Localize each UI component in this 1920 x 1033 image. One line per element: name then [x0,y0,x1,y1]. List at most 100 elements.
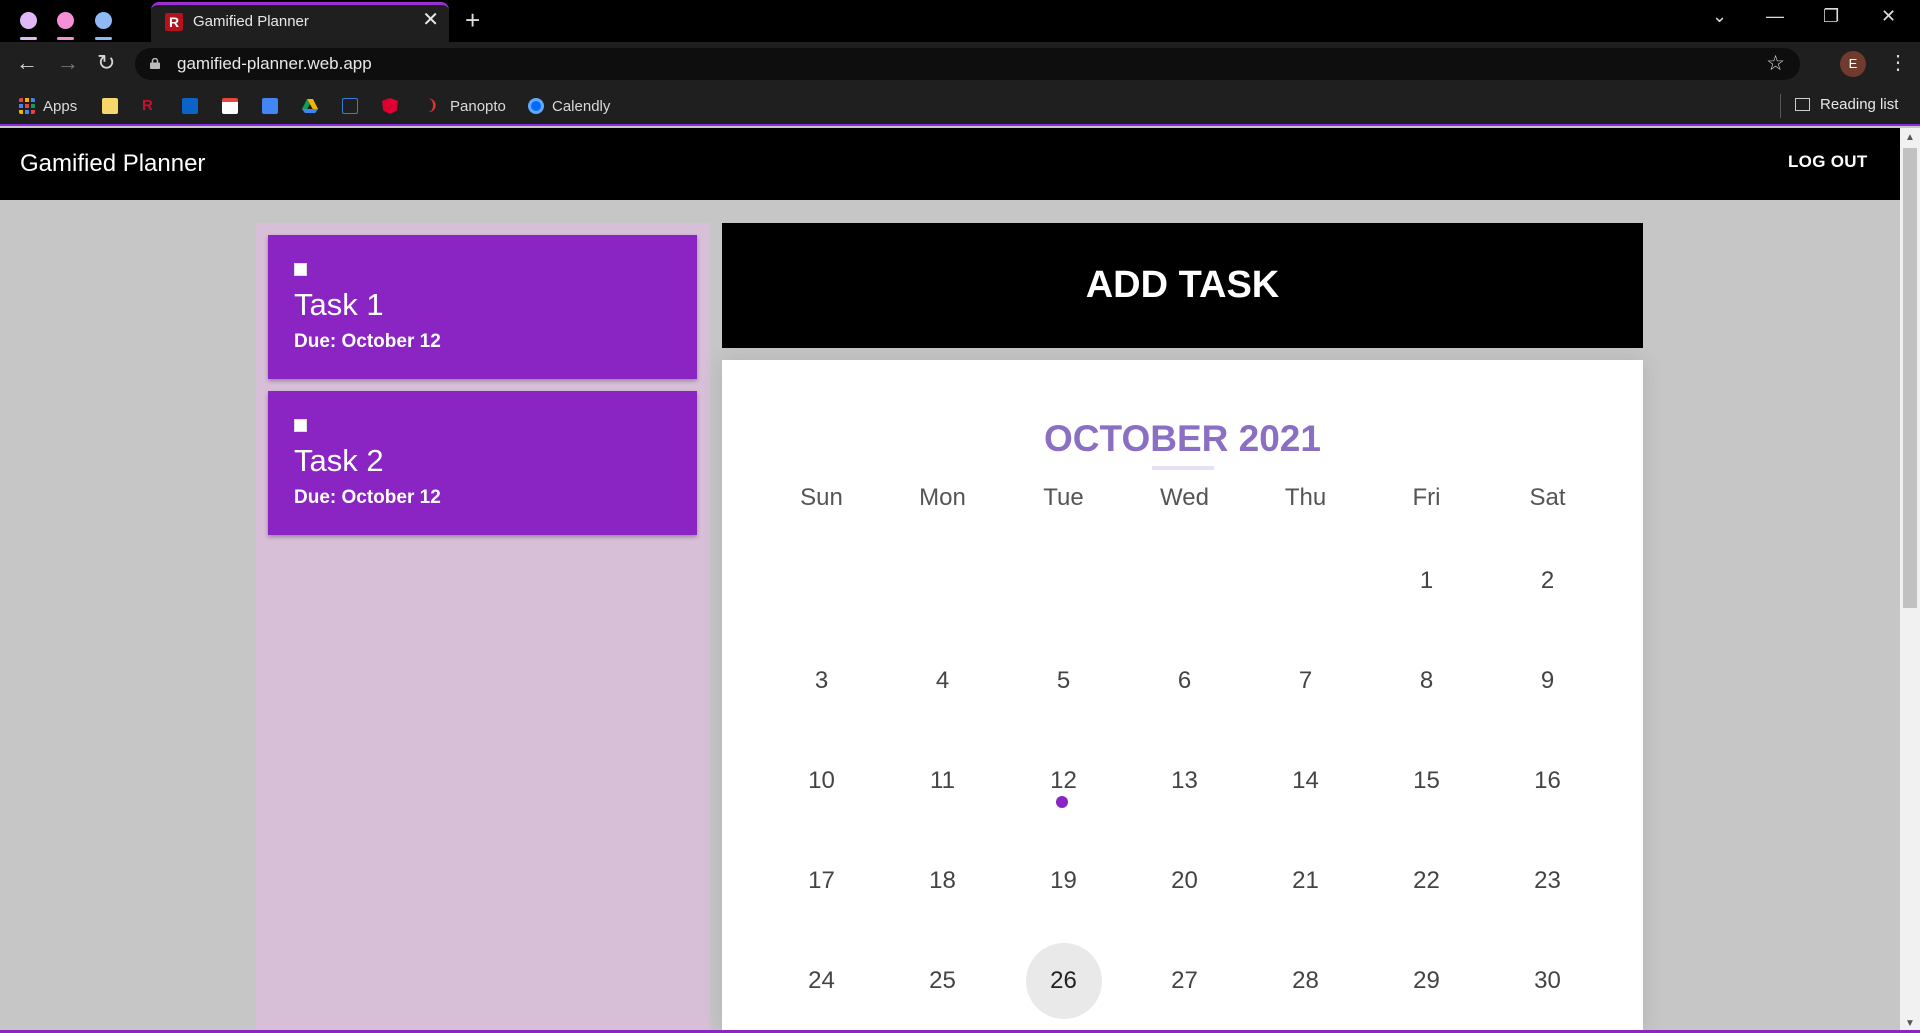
weekday-header: Wed [1160,484,1209,511]
forward-arrow-icon[interactable]: → [57,51,79,75]
minimize-icon[interactable]: — [1766,6,1784,27]
folder-icon [102,98,118,114]
scroll-up-icon[interactable]: ▲ [1905,132,1915,143]
calendar-day[interactable]: 29 [1389,943,1465,1019]
calendar-day[interactable]: 28 [1268,943,1344,1019]
r-icon: R [142,98,158,114]
gmail-icon [222,98,238,114]
calendar-day[interactable]: 22 [1389,843,1465,919]
calendar-day[interactable]: 14 [1268,743,1344,819]
tab-group-dot[interactable] [57,12,74,29]
r-favicon-icon: R [165,13,183,31]
bookmark-calendar[interactable] [262,96,286,116]
add-task-button[interactable]: ADD TASK [722,223,1643,348]
logout-button[interactable]: LOG OUT [1788,152,1868,172]
calendar-day[interactable]: 5 [1026,643,1102,719]
calendar-day[interactable]: 24 [784,943,860,1019]
tab-group-underline [57,37,74,40]
calendar-title-underline [1152,466,1214,470]
calendar-day[interactable]: 17 [784,843,860,919]
reading-list-button[interactable]: Reading list [1795,96,1898,113]
restore-icon[interactable]: ❐ [1823,6,1839,27]
calendar-icon [262,98,278,114]
calendar-day[interactable]: 30 [1510,943,1586,1019]
bookmarks-divider [1780,94,1781,118]
page-scrollbar[interactable]: ▲ ▼ [1900,128,1920,1033]
new-tab-icon[interactable]: + [465,6,480,34]
tab-search-icon[interactable]: ⌄ [1712,6,1727,27]
calendar-day[interactable]: 2 [1510,543,1586,619]
task-due-date: Due: October 12 [294,487,441,508]
task-card[interactable]: Task 1 Due: October 12 [268,235,697,379]
calendar-day[interactable]: 26 [1025,943,1102,1019]
calendar-day[interactable]: 23 [1510,843,1586,919]
bookmark-star-icon[interactable]: ☆ [1766,51,1785,76]
scroll-thumb[interactable] [1903,148,1917,608]
lock-icon [150,58,160,69]
bookmark-drive[interactable] [302,96,326,116]
weekday-header: Mon [919,484,966,511]
bookmark-panopto[interactable]: ❩ Panopto [426,96,506,116]
calendar-day[interactable]: 15 [1389,743,1465,819]
task-checkbox[interactable] [294,419,307,432]
task-name: Task 1 [294,287,384,322]
window-close-icon[interactable]: ✕ [1881,6,1896,27]
bookmark-label: Calendly [552,97,611,115]
panopto-icon: ❩ [426,98,442,114]
profile-avatar[interactable]: E [1840,51,1866,77]
bookmark-folder[interactable] [102,96,126,116]
calendar-day[interactable]: 4 [905,643,981,719]
calendar-day[interactable]: 6 [1147,643,1223,719]
tab-group-dot[interactable] [20,12,37,29]
task-checkbox[interactable] [294,263,307,276]
bookmark-r[interactable]: R [142,96,166,116]
calendar-day[interactable]: 1 [1389,543,1465,619]
calendar-day[interactable]: 19 [1026,843,1102,919]
tab-group-underline [20,37,37,40]
scroll-down-icon[interactable]: ▼ [1905,1018,1915,1029]
calendar-day[interactable]: 13 [1147,743,1223,819]
bookmark-c[interactable] [342,96,366,116]
calendar-day[interactable]: 16 [1510,743,1586,819]
weekday-header: Tue [1043,484,1084,511]
bookmark-apps[interactable]: Apps [19,96,77,116]
calendar-day[interactable]: 18 [905,843,981,919]
address-bar-row: ← → ↻ gamified-planner.web.app ☆ E ⋮ [0,42,1920,86]
weekday-header: Sat [1529,484,1566,511]
bookmark-gmail[interactable] [222,96,246,116]
calendar-day[interactable]: 25 [905,943,981,1019]
reload-icon[interactable]: ↻ [97,51,115,75]
calendar-day[interactable]: 7 [1268,643,1344,719]
browser-tab-strip: R Gamified Planner ✕ + ⌄ — ❐ ✕ [0,0,1920,42]
angular-icon [382,98,398,114]
back-arrow-icon[interactable]: ← [16,51,38,75]
browser-menu-icon[interactable]: ⋮ [1888,50,1908,75]
bookmark-angular[interactable] [382,96,406,116]
calendar-day[interactable]: 11 [905,743,981,819]
task-name: Task 2 [294,443,384,478]
task-list-panel: Task 1 Due: October 12 Task 2 Due: Octob… [256,223,710,1033]
close-tab-icon[interactable]: ✕ [422,10,439,30]
active-tab[interactable]: R Gamified Planner ✕ [151,2,449,42]
bookmark-calendly[interactable]: Calendly [528,96,610,116]
calendar-day[interactable]: 21 [1268,843,1344,919]
tab-group-dot[interactable] [95,12,112,29]
calendar-month-title[interactable]: OCTOBER 2021 [722,418,1643,460]
weekday-header: Fri [1412,484,1441,511]
reading-list-label: Reading list [1820,96,1899,113]
calendar-day[interactable]: 3 [784,643,860,719]
task-due-date: Due: October 12 [294,331,441,352]
calendar-day[interactable]: 27 [1147,943,1223,1019]
reading-list-icon [1795,98,1810,111]
apps-grid-icon [19,98,35,114]
task-card[interactable]: Task 2 Due: October 12 [268,391,697,535]
calendar-day[interactable]: 10 [784,743,860,819]
calendar-day[interactable]: 20 [1147,843,1223,919]
omnibox[interactable]: gamified-planner.web.app ☆ [135,48,1800,80]
tab-title: Gamified Planner [193,13,309,30]
weekday-header: Thu [1284,484,1327,511]
bookmark-outlook[interactable] [182,96,206,116]
calendar-day[interactable]: 9 [1510,643,1586,719]
calendly-icon [528,98,544,114]
calendar-day[interactable]: 8 [1389,643,1465,719]
